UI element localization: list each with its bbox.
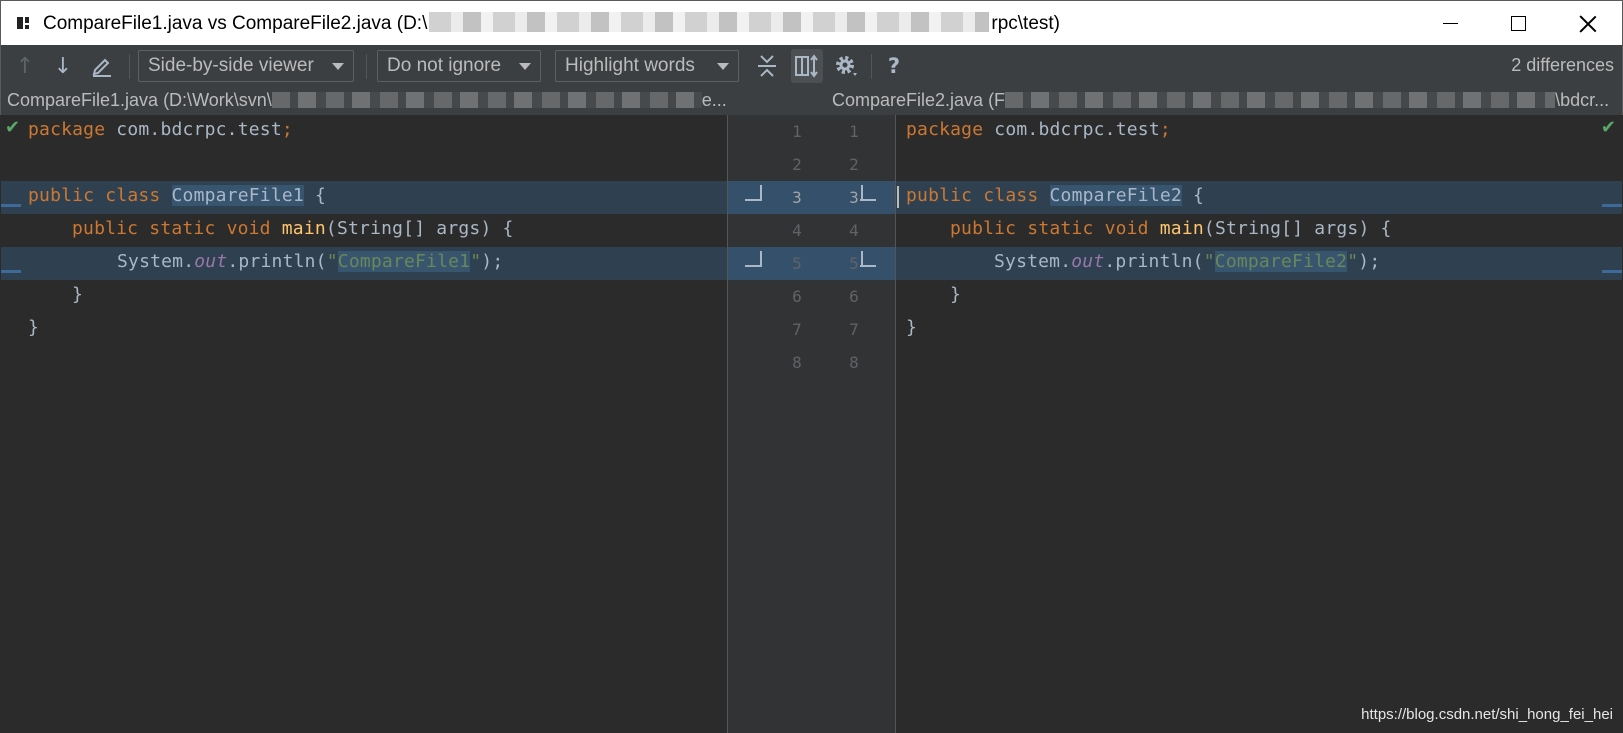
- close-button[interactable]: [1554, 1, 1622, 46]
- maximize-button[interactable]: [1484, 1, 1552, 46]
- toolbar-separator: [129, 54, 130, 79]
- apply-left-to-right-icon[interactable]: [860, 185, 878, 201]
- left-line-number: 8: [792, 353, 802, 372]
- pencil-icon: [92, 58, 111, 77]
- code-line: public static void main(String[] args) {: [950, 218, 1392, 239]
- change-marker: [1, 270, 21, 273]
- close-icon: [1579, 15, 1597, 33]
- code-line: }: [950, 284, 962, 305]
- redacted-path: [271, 92, 702, 108]
- changed-code-line: public class CompareFile2 {: [896, 181, 1622, 214]
- code-line: }: [28, 317, 40, 338]
- redacted-path: [1005, 92, 1556, 108]
- code-line: public static void main(String[] args) {: [72, 218, 514, 239]
- arrow-up-icon: ↑: [15, 53, 35, 79]
- apply-right-to-left-icon[interactable]: [745, 251, 763, 267]
- collapse-icon: [758, 55, 776, 77]
- code-line: package com.bdcrpc.test;: [906, 119, 1171, 140]
- chevron-down-icon: [519, 63, 531, 70]
- left-line-number: 5: [792, 254, 802, 273]
- left-line-number: 3: [792, 188, 802, 207]
- left-editor-pane[interactable]: ✔ package com.bdcrpc.test; public class …: [1, 115, 727, 733]
- changed-code-line: System.out.println("CompareFile1");: [1, 247, 727, 280]
- change-marker: [1602, 270, 1622, 273]
- minimize-icon: [1442, 22, 1458, 25]
- right-line-number: 2: [849, 155, 859, 174]
- right-line-number: 7: [849, 320, 859, 339]
- ignore-whitespace-dropdown[interactable]: Do not ignore: [377, 50, 541, 82]
- synchronize-scrolling-button[interactable]: [793, 51, 821, 81]
- redacted-path: [429, 11, 990, 32]
- toolbar-separator: [366, 54, 367, 79]
- changed-code-line: public class CompareFile1 {: [1, 181, 727, 214]
- collapse-unchanged-button[interactable]: [753, 51, 781, 81]
- changed-code-line: System.out.println("CompareFile2");: [896, 247, 1622, 280]
- watermark-url: https://blog.csdn.net/shi_hong_fei_hei: [1361, 706, 1613, 723]
- left-line-number: 2: [792, 155, 802, 174]
- left-file-header: CompareFile1.java (D:\Work\svn\ e...: [7, 90, 727, 110]
- sync-scroll-icon: [795, 54, 818, 78]
- viewer-mode-dropdown[interactable]: Side-by-side viewer: [138, 50, 354, 82]
- maximize-icon: [1510, 16, 1526, 31]
- help-button[interactable]: ?: [881, 51, 907, 81]
- text-caret: [897, 186, 899, 208]
- window-title-bar: CompareFile1.java vs CompareFile2.java (…: [0, 0, 1623, 45]
- chevron-down-icon: [332, 63, 344, 70]
- left-line-number: 7: [792, 320, 802, 339]
- code-line: }: [906, 317, 918, 338]
- apply-left-to-right-icon[interactable]: [860, 251, 878, 267]
- highlight-mode-dropdown[interactable]: Highlight words: [555, 50, 739, 82]
- code-line: package com.bdcrpc.test;: [28, 119, 293, 140]
- right-line-number: 4: [849, 221, 859, 240]
- apply-right-to-left-icon[interactable]: [745, 185, 763, 201]
- left-line-number: 6: [792, 287, 802, 306]
- next-difference-button[interactable]: ↓: [49, 51, 77, 81]
- chevron-down-icon: [717, 63, 729, 70]
- gear-icon: [836, 56, 857, 76]
- right-line-number: 6: [849, 287, 859, 306]
- diff-toolbar: ↑ ↓ Side-by-side viewer Do not ignore Hi…: [0, 45, 1623, 87]
- right-line-number: 8: [849, 353, 859, 372]
- edit-source-button[interactable]: [87, 51, 117, 81]
- minimize-button[interactable]: [1416, 1, 1484, 46]
- left-line-number: 4: [792, 221, 802, 240]
- help-icon: ?: [887, 54, 901, 78]
- window-title: CompareFile1.java vs CompareFile2.java (…: [43, 11, 1060, 34]
- left-line-number: 1: [792, 122, 802, 141]
- arrow-down-icon: ↓: [53, 53, 73, 79]
- right-editor-pane[interactable]: ✔ package com.bdcrpc.test; public class …: [896, 115, 1622, 733]
- diff-gutter: 1 2 3 4 5 6 7 8 1 2 3 4 5 6 7 8: [727, 115, 896, 733]
- right-file-header: CompareFile2.java (F \bdcr...: [832, 90, 1610, 110]
- previous-difference-button[interactable]: ↑: [11, 51, 39, 81]
- settings-button[interactable]: [831, 51, 863, 81]
- toolbar-separator: [871, 54, 872, 79]
- diff-app-icon: [15, 14, 33, 32]
- change-marker: [1602, 204, 1622, 207]
- differences-count: 2 differences: [1511, 55, 1614, 75]
- code-line: }: [72, 284, 84, 305]
- change-marker: [1, 204, 21, 207]
- file-headers-row: CompareFile1.java (D:\Work\svn\ e... Comp…: [0, 87, 1623, 115]
- right-line-number: 1: [849, 122, 859, 141]
